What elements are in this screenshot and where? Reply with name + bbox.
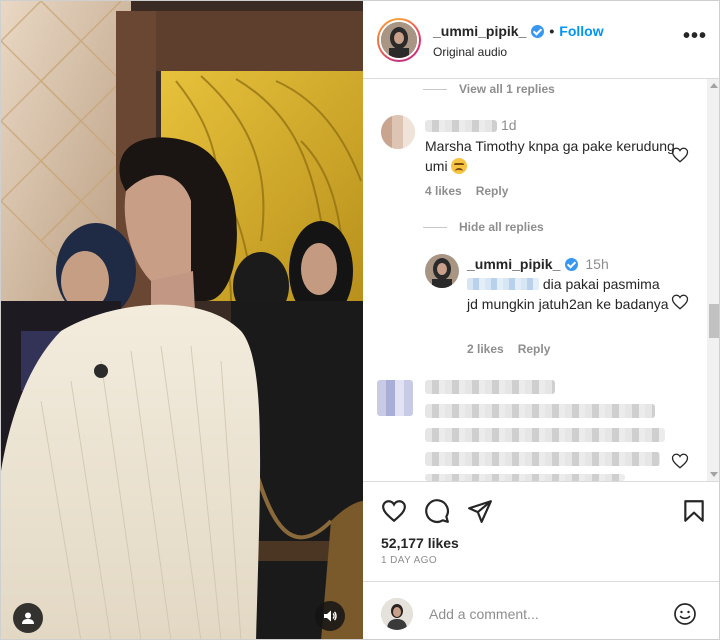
- original-audio-link[interactable]: Original audio: [433, 45, 507, 59]
- post-photo[interactable]: [1, 1, 363, 639]
- share-icon[interactable]: [467, 498, 493, 524]
- heart-icon[interactable]: [671, 452, 689, 470]
- verified-icon: [531, 24, 545, 38]
- view-replies-button[interactable]: View all 1 replies: [423, 82, 555, 96]
- add-comment-bar: [363, 581, 719, 639]
- comment-avatar[interactable]: [381, 115, 415, 149]
- more-icon[interactable]: •••: [683, 26, 707, 46]
- reply-user-row: _ummi_pipik_ 15h: [467, 256, 609, 272]
- sound-toggle-button[interactable]: [315, 601, 345, 631]
- comment-text: Marsha Timothy knpa ga pake kerudung umi: [425, 136, 675, 176]
- user-tag-button[interactable]: [13, 603, 43, 633]
- view-replies-label: View all 1 replies: [459, 82, 555, 96]
- reply-likes[interactable]: 2 likes: [467, 342, 504, 356]
- follow-button[interactable]: Follow: [559, 23, 603, 39]
- header-user-row: _ummi_pipik_ • Follow: [433, 23, 604, 39]
- reply-meta: 2 likes Reply: [467, 342, 550, 356]
- post-header: _ummi_pipik_ • Follow Original audio •••: [363, 1, 719, 79]
- comment-icon[interactable]: [424, 498, 450, 524]
- instagram-post-window: _ummi_pipik_ • Follow Original audio •••…: [0, 0, 720, 640]
- avatar-image: [381, 22, 417, 58]
- blurred-comment-username: [425, 380, 555, 394]
- scroll-up-icon[interactable]: [710, 83, 718, 88]
- add-comment-input[interactable]: [429, 603, 649, 625]
- heart-icon[interactable]: [671, 146, 689, 164]
- current-user-avatar[interactable]: [381, 598, 413, 630]
- current-user-avatar-image: [381, 598, 413, 630]
- replies-divider: [423, 226, 447, 228]
- reply-avatar[interactable]: [425, 254, 459, 288]
- comments-scrollbar[interactable]: [707, 79, 719, 481]
- reply-mention-blurred[interactable]: [467, 278, 539, 290]
- hide-replies-label: Hide all replies: [459, 220, 544, 234]
- sound-icon: [324, 610, 337, 622]
- user-tag-icon: [22, 612, 34, 624]
- scroll-down-icon[interactable]: [710, 472, 718, 477]
- blurred-comment-line: [425, 474, 625, 481]
- reply-button[interactable]: Reply: [518, 342, 551, 356]
- blurred-avatar-image: [381, 115, 415, 149]
- blurred-comment-line: [425, 452, 660, 466]
- blurred-comment-line: [425, 404, 655, 418]
- scrollbar-thumb[interactable]: [709, 304, 719, 338]
- likes-count[interactable]: 52,177 likes: [381, 535, 459, 551]
- replies-divider: [423, 88, 447, 90]
- reply-text: dia pakai pasmima jd mungkin jatuh2an ke…: [467, 274, 671, 314]
- verified-icon: [565, 257, 579, 271]
- header-username[interactable]: _ummi_pipik_: [433, 23, 526, 39]
- comment-meta: 4 likes Reply: [425, 184, 508, 198]
- reply-avatar-image: [425, 254, 459, 288]
- heart-icon[interactable]: [381, 498, 407, 524]
- hide-replies-button[interactable]: Hide all replies: [423, 220, 544, 234]
- reply-button[interactable]: Reply: [476, 184, 509, 198]
- reply-username[interactable]: _ummi_pipik_: [467, 256, 560, 272]
- heart-icon[interactable]: [671, 293, 689, 311]
- comment-time[interactable]: 1d: [501, 117, 517, 133]
- post-date[interactable]: 1 DAY AGO: [381, 555, 437, 566]
- profile-avatar[interactable]: [377, 18, 421, 62]
- photo-illustration: [1, 1, 363, 639]
- bookmark-icon[interactable]: [681, 498, 707, 524]
- comment-username-blurred[interactable]: [425, 120, 497, 132]
- sad-emoji-icon: [451, 158, 468, 174]
- emoji-icon[interactable]: [673, 602, 697, 626]
- post-side-panel: _ummi_pipik_ • Follow Original audio •••…: [363, 1, 719, 639]
- comment-likes[interactable]: 4 likes: [425, 184, 462, 198]
- blurred-comment-avatar[interactable]: [377, 380, 413, 416]
- post-actions: 52,177 likes 1 DAY AGO: [363, 481, 719, 581]
- comments-list[interactable]: View all 1 replies 1d Marsha Timothy knp…: [363, 79, 719, 481]
- header-separator: •: [549, 23, 555, 39]
- blurred-comment-line: [425, 428, 665, 442]
- reply-time[interactable]: 15h: [585, 256, 608, 272]
